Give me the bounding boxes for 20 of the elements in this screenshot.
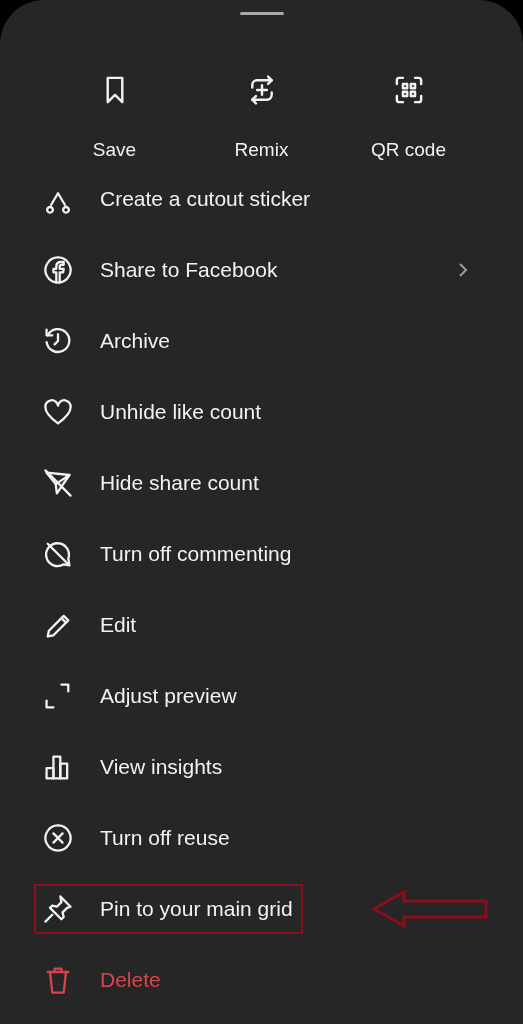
close-circle-icon — [42, 821, 74, 854]
menu-item[interactable]: Create a cutout sticker — [34, 173, 321, 224]
drag-handle[interactable] — [239, 12, 284, 15]
menu-item[interactable]: Edit — [34, 599, 147, 650]
menu-item[interactable]: View insights — [34, 741, 233, 792]
facebook-icon — [42, 253, 74, 286]
send-slash-icon — [42, 466, 74, 499]
menu-item[interactable]: Turn off reuse — [34, 812, 240, 863]
menu-item[interactable]: Pin to your main grid — [34, 883, 303, 934]
menu-item[interactable]: Delete — [34, 954, 171, 1005]
menu-item[interactable]: Unhide like count — [34, 386, 272, 437]
menu-item[interactable]: Hide share count — [34, 457, 269, 508]
action-button[interactable]: Remix — [188, 73, 335, 161]
menu-item[interactable]: Adjust preview — [34, 670, 247, 721]
action-button[interactable]: Save — [41, 73, 188, 161]
menu-item[interactable]: Archive — [34, 315, 181, 366]
pin-icon — [42, 892, 74, 925]
action-button[interactable]: QR code — [335, 73, 482, 161]
menu-item[interactable]: Share to Facebook — [34, 244, 288, 295]
menu-item[interactable]: Turn off commenting — [34, 528, 302, 579]
